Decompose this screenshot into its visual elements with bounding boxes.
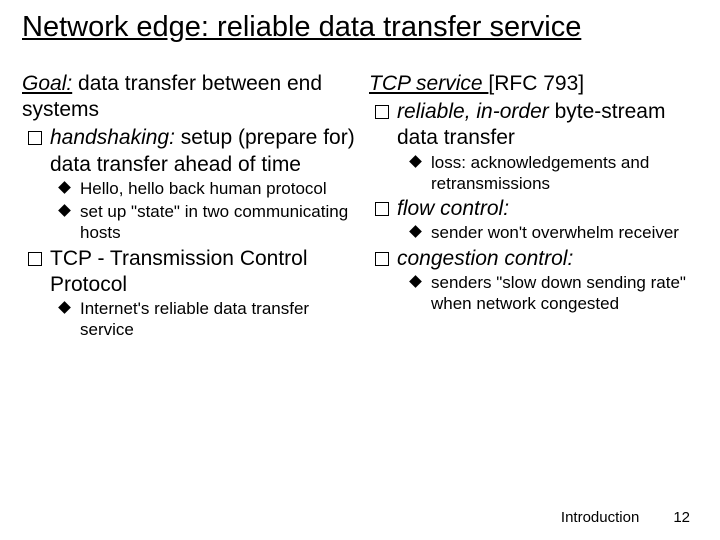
goal-line: Goal: data transfer between end systems	[22, 71, 355, 124]
sub-state-q: "state"	[131, 202, 180, 221]
left-item-handshaking: handshaking: setup (prepare for) data tr…	[28, 125, 355, 243]
reliable-em: reliable, in-order	[397, 100, 549, 123]
right-column: TCP service [RFC 793] reliable, in-order…	[369, 71, 702, 343]
tcp-service-label: TCP service	[369, 72, 488, 95]
congestion-sublist: senders "slow down sending rate" when ne…	[401, 272, 702, 315]
handshaking-em: handshaking:	[50, 126, 175, 149]
sub-state-a: set up	[80, 202, 131, 221]
flow-sublist: sender won't overwhelm receiver	[401, 222, 702, 243]
tcp-service-header: TCP service [RFC 793]	[369, 71, 702, 97]
left-list: handshaking: setup (prepare for) data tr…	[22, 125, 355, 340]
handshaking-sublist: Hello, hello back human protocol set up …	[50, 178, 355, 244]
tcp-service-rfc: [RFC 793]	[488, 72, 584, 95]
right-item-congestion: congestion control: senders "slow down s…	[375, 246, 702, 315]
goal-label: Goal:	[22, 72, 72, 95]
congestion-text: congestion control:	[397, 247, 573, 270]
left-column: Goal: data transfer between end systems …	[22, 71, 355, 343]
sub-sender-overwhelm: sender won't overwhelm receiver	[411, 222, 702, 243]
page-number: 12	[673, 509, 690, 526]
tcp-sublist: Internet's reliable data transfer servic…	[50, 298, 355, 341]
flow-text: flow control:	[397, 197, 509, 220]
left-item-tcp: TCP - Transmission Control Protocol Inte…	[28, 246, 355, 341]
tcp-text: TCP - Transmission Control Protocol	[50, 247, 308, 296]
footer-label: Introduction	[561, 509, 639, 526]
slide-title: Network edge: reliable data transfer ser…	[22, 10, 702, 45]
right-item-flow: flow control: sender won't overwhelm rec…	[375, 196, 702, 244]
reliable-sublist: loss: acknowledgements and retransmissio…	[401, 152, 702, 195]
sub-hello: Hello, hello back human protocol	[60, 178, 355, 199]
sub-internet-reliable: Internet's reliable data transfer servic…	[60, 298, 355, 341]
right-list: reliable, in-order byte-stream data tran…	[369, 99, 702, 314]
content-columns: Goal: data transfer between end systems …	[22, 71, 702, 343]
footer: Introduction 12	[561, 509, 690, 526]
sub-slow-down: senders "slow down sending rate" when ne…	[411, 272, 702, 315]
right-item-reliable: reliable, in-order byte-stream data tran…	[375, 99, 702, 194]
sub-state: set up "state" in two communicating host…	[60, 201, 355, 244]
sub-loss: loss: acknowledgements and retransmissio…	[411, 152, 702, 195]
